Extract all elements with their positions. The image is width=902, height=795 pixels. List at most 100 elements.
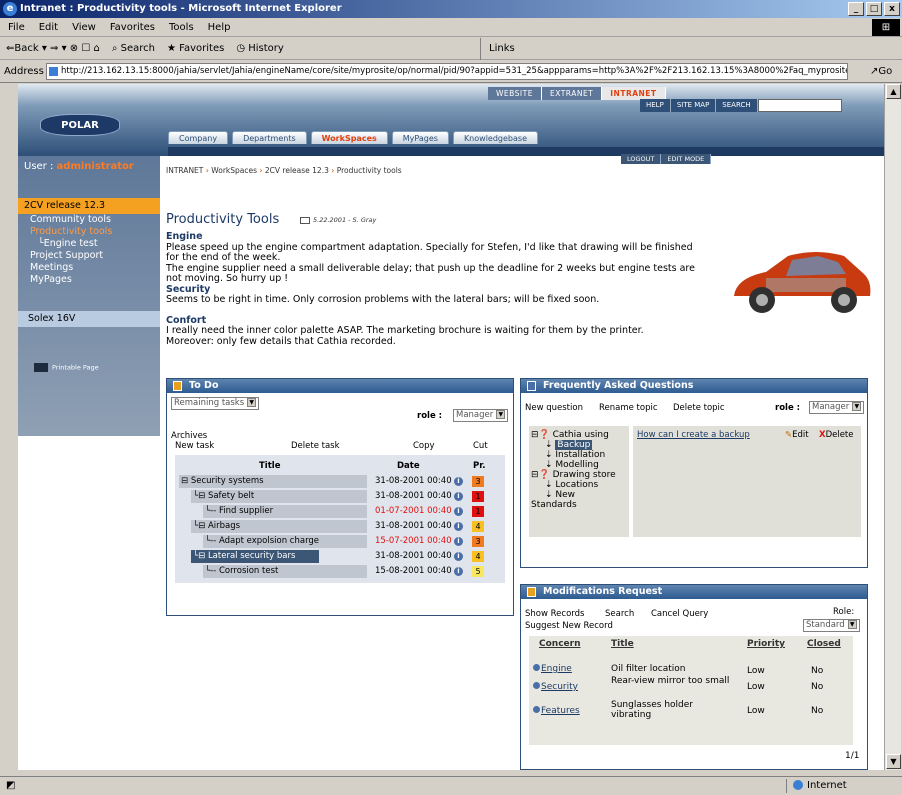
new-question-link[interactable]: New question: [525, 403, 583, 413]
tab-extranet[interactable]: EXTRANET: [541, 87, 603, 100]
info-icon[interactable]: i: [454, 537, 463, 546]
nav-tab-departments[interactable]: Departments: [232, 131, 307, 144]
show-records-link[interactable]: Show Records: [525, 609, 584, 619]
site-search-input[interactable]: [757, 99, 842, 112]
menu-view[interactable]: View: [72, 18, 96, 36]
table-row[interactable]: └⊟ Lateral security bars 31-08-2001 00:40…: [175, 549, 505, 564]
address-input[interactable]: http://213.162.13.15:8000/jahia/servlet/…: [46, 63, 848, 80]
sidebar-item-project-support[interactable]: Project Support: [18, 250, 160, 261]
faq-delete-button[interactable]: XDelete: [819, 430, 854, 440]
menu-favorites[interactable]: Favorites: [110, 18, 155, 36]
info-icon[interactable]: i: [454, 552, 463, 561]
task-filter-select[interactable]: Remaining tasks ▼: [171, 397, 260, 410]
printable-page-link[interactable]: Printable Page: [34, 363, 99, 372]
table-row[interactable]: ⊟ Security systems 31-08-2001 00:40 i 3: [175, 474, 505, 489]
sidebar-item-engine-test[interactable]: └Engine test: [18, 238, 160, 249]
delete-topic-link[interactable]: Delete topic: [673, 403, 725, 413]
faq-item-locations[interactable]: ⇣ Locations: [531, 480, 627, 490]
help-link[interactable]: HELP: [640, 99, 671, 112]
todo-role-select[interactable]: Manager ▼: [453, 409, 509, 422]
new-task-link[interactable]: New task: [175, 441, 214, 451]
breadcrumb-intranet[interactable]: INTRANET: [166, 166, 203, 175]
breadcrumb-workspaces[interactable]: WorkSpaces: [211, 166, 257, 175]
faq-item-modelling[interactable]: ⇣ Modelling: [531, 460, 627, 470]
sidebar-item-solex[interactable]: Solex 16V: [18, 311, 160, 327]
maximize-button[interactable]: □: [866, 2, 882, 16]
back-forward-buttons[interactable]: ⇐Back ▾ ⇒ ▾ ⊗ ☐ ⌂: [6, 38, 100, 59]
minimize-button[interactable]: _: [848, 2, 864, 16]
faq-item-installation[interactable]: ⇣ Installation: [531, 450, 627, 460]
todo-panel: To Do Remaining tasks ▼ role : Manager ▼ A…: [166, 378, 514, 616]
todo-header: To Do: [167, 379, 513, 393]
rename-topic-link[interactable]: Rename topic: [599, 403, 658, 413]
mod-title: Oil filter location: [611, 664, 686, 674]
nav-tab-company[interactable]: Company: [168, 131, 229, 144]
nav-tab-mypages[interactable]: MyPages: [391, 131, 449, 144]
sidebar-item-mypages[interactable]: MyPages: [18, 274, 160, 285]
table-row[interactable]: └⊟ Airbags 31-08-2001 00:40 i 4: [175, 519, 505, 534]
table-row[interactable]: └-- Find supplier 01-07-2001 00:40 i 1: [175, 504, 505, 519]
nav-tab-workspaces[interactable]: WorkSpaces: [310, 131, 388, 144]
priority-badge: 3: [472, 536, 484, 547]
faq-item-new[interactable]: ⇣ New: [531, 490, 627, 500]
mods-role-select[interactable]: Standard ▼: [803, 619, 860, 632]
sidebar-item-2cv-release[interactable]: 2CV release 12.3: [18, 198, 160, 214]
faq-topic-drawing-store[interactable]: ⊟❓ Drawing store: [531, 470, 627, 480]
favorites-button[interactable]: ★ Favorites: [167, 38, 224, 59]
breadcrumb-2cv[interactable]: 2CV release 12.3: [265, 166, 329, 175]
close-button[interactable]: x: [884, 2, 900, 16]
sidebar-item-productivity-tools[interactable]: Productivity tools: [18, 226, 160, 237]
copy-link[interactable]: Copy: [413, 441, 435, 451]
links-button[interactable]: Links: [480, 38, 515, 60]
site-map-link[interactable]: SITE MAP: [670, 99, 717, 112]
menu-tools[interactable]: Tools: [169, 18, 194, 36]
search-button[interactable]: ⌕ Search: [112, 38, 155, 59]
vertical-scrollbar[interactable]: ▲ ▼: [884, 84, 901, 770]
nav-tab-knowledgebase[interactable]: Knowledgebase: [452, 131, 538, 144]
concern-link-features[interactable]: Features: [533, 706, 580, 716]
task-title: └⊟ Safety belt: [191, 490, 367, 503]
todo-icon: [173, 381, 182, 391]
info-icon[interactable]: i: [454, 522, 463, 531]
search-records-link[interactable]: Search: [605, 609, 634, 619]
faq-topic-cathia[interactable]: ⊟❓ Cathia using: [531, 430, 627, 440]
suggest-new-record-link[interactable]: Suggest New Record: [525, 621, 613, 631]
menu-file[interactable]: File: [8, 18, 25, 36]
cut-link[interactable]: Cut: [473, 441, 488, 451]
concern-label: Features: [541, 706, 580, 716]
logout-button[interactable]: LOGOUT: [621, 154, 662, 164]
table-row[interactable]: └-- Corrosion test 15-08-2001 00:40 i 5: [175, 564, 505, 579]
table-row[interactable]: └⊟ Safety belt 31-08-2001 00:40 i 1: [175, 489, 505, 504]
scroll-up-icon[interactable]: ▲: [886, 84, 901, 99]
sidebar-item-meetings[interactable]: Meetings: [18, 262, 160, 273]
info-icon[interactable]: i: [454, 567, 463, 576]
faq-edit-button[interactable]: ✎Edit: [785, 430, 809, 440]
go-button[interactable]: ↗Go: [870, 66, 892, 77]
edit-mode-button[interactable]: EDIT MODE: [661, 154, 712, 164]
faq-item-backup[interactable]: ⇣ Backup: [531, 440, 627, 450]
search-link[interactable]: SEARCH: [716, 99, 758, 112]
faq-item-standards[interactable]: Standards: [531, 500, 627, 510]
window-title: Intranet : Productivity tools - Microsof…: [20, 3, 342, 14]
polar-logo[interactable]: POLAR: [40, 114, 120, 136]
sidebar-item-community-tools[interactable]: Community tools: [18, 214, 160, 225]
info-icon[interactable]: i: [454, 492, 463, 501]
mods-role-label: Role:: [833, 607, 855, 617]
cancel-query-link[interactable]: Cancel Query: [651, 609, 708, 619]
menu-help[interactable]: Help: [208, 18, 231, 36]
scroll-down-icon[interactable]: ▼: [886, 754, 901, 769]
mod-closed: No: [811, 706, 824, 716]
delete-task-link[interactable]: Delete task: [291, 441, 340, 451]
menu-edit[interactable]: Edit: [39, 18, 58, 36]
history-button[interactable]: ◷ History: [236, 38, 283, 59]
info-icon[interactable]: i: [454, 507, 463, 516]
concern-link-engine[interactable]: Engine: [533, 664, 572, 674]
tab-website[interactable]: WEBSITE: [488, 87, 542, 100]
faq-role-select[interactable]: Manager ▼: [809, 401, 865, 414]
table-row[interactable]: └-- Adapt expolsion charge 15-07-2001 00:…: [175, 534, 505, 549]
info-icon[interactable]: i: [454, 477, 463, 486]
concern-link-security[interactable]: Security: [533, 682, 578, 692]
faq-tree: ⊟❓ Cathia using ⇣ Backup ⇣ Installation …: [529, 426, 629, 537]
faq-question-link[interactable]: How can I create a backup: [637, 430, 750, 440]
archives-link[interactable]: Archives: [171, 431, 207, 441]
